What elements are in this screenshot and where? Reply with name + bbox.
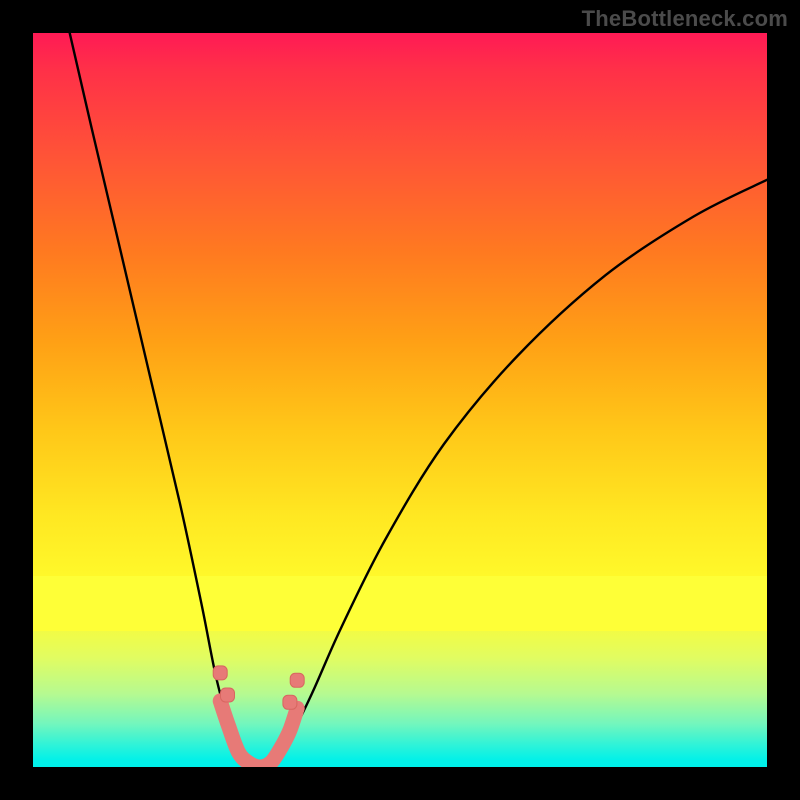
chart-svg — [33, 33, 767, 767]
marker-dot — [283, 695, 297, 709]
plot-area — [33, 33, 767, 767]
marker-underline — [220, 701, 297, 767]
watermark-text: TheBottleneck.com — [582, 6, 788, 32]
outer-frame: TheBottleneck.com — [0, 0, 800, 800]
marker-dot — [221, 688, 235, 702]
marker-group — [213, 666, 304, 767]
marker-dot — [213, 666, 227, 680]
marker-dot — [290, 673, 304, 687]
bottleneck-curve — [70, 33, 767, 767]
